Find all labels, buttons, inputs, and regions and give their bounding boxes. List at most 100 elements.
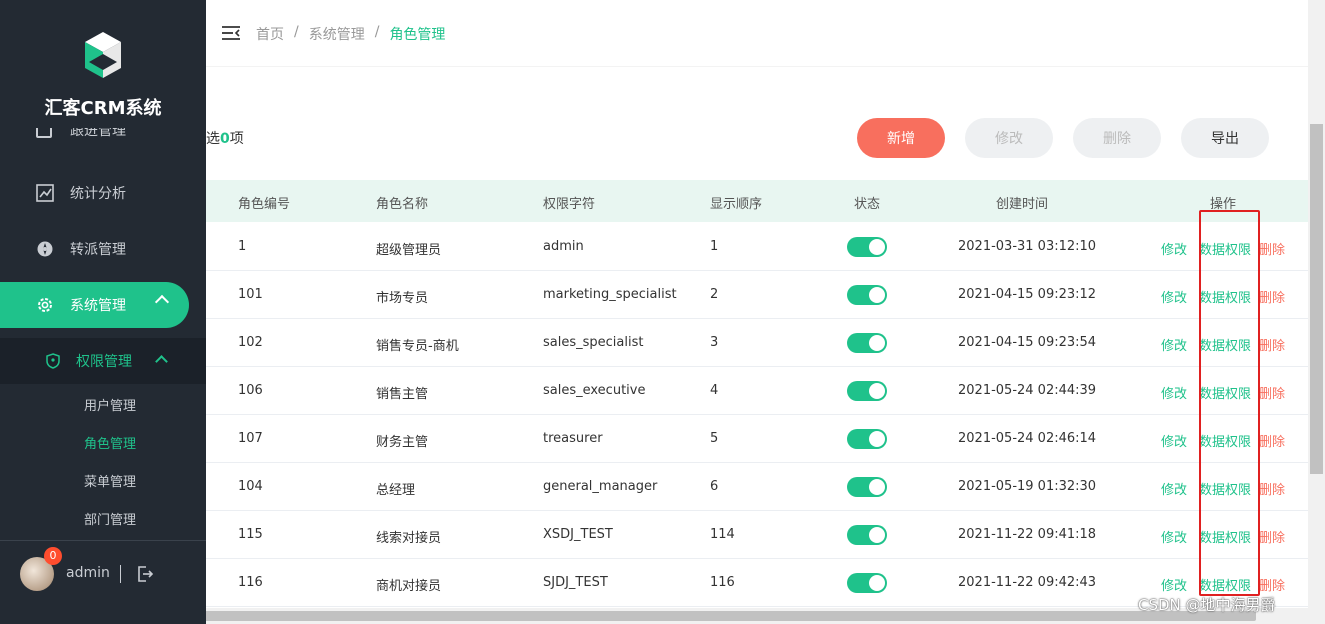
cell-order: 114: [710, 527, 735, 542]
vertical-scrollbar[interactable]: [1308, 0, 1325, 608]
status-toggle[interactable]: [847, 477, 887, 497]
divider: [120, 565, 121, 583]
row-delete-link[interactable]: 删除: [1259, 431, 1285, 450]
status-toggle[interactable]: [847, 525, 887, 545]
selection-suffix: 项: [229, 131, 244, 147]
sidebar: 跟进管理 汇客CRM系统 统计分析 转派管理 系统管理 权限管理 用户管理 角色…: [0, 0, 206, 624]
notification-badge: 0: [44, 547, 62, 565]
tags-bar: [206, 66, 1308, 96]
row-edit-link[interactable]: 修改: [1161, 383, 1187, 402]
selection-count: 选0项: [206, 128, 244, 148]
row-data-permission-link[interactable]: 数据权限: [1199, 383, 1251, 402]
column-header-name: 角色名称: [376, 197, 429, 212]
status-toggle[interactable]: [847, 237, 887, 257]
breadcrumb-system[interactable]: 系统管理: [309, 24, 365, 44]
sidebar-item-system[interactable]: 系统管理: [0, 282, 189, 328]
row-delete-link[interactable]: 删除: [1259, 383, 1285, 402]
shield-icon: [46, 353, 60, 369]
export-button[interactable]: 导出: [1181, 118, 1269, 158]
row-delete-link[interactable]: 删除: [1259, 287, 1285, 306]
breadcrumb-current: 角色管理: [389, 27, 446, 43]
sidebar-subitem-users[interactable]: 用户管理: [84, 395, 136, 414]
column-header-created: 创建时间: [996, 197, 1049, 212]
cell-name: 销售专员-商机: [376, 339, 459, 354]
sidebar-item-clipped[interactable]: 跟进管理: [36, 128, 186, 144]
row-edit-link[interactable]: 修改: [1161, 431, 1187, 450]
column-header-status: 状态: [854, 197, 881, 212]
cell-id: 115: [238, 527, 263, 542]
chevron-up-icon: [154, 294, 170, 310]
table-row: 106 销售主管 sales_executive 4 2021-05-24 02:44:…: [206, 367, 1308, 415]
cell-name: 销售主管: [376, 387, 429, 402]
cell-id: 101: [238, 287, 263, 302]
scrollbar-thumb[interactable]: [56, 611, 1256, 621]
cell-id: 106: [238, 383, 263, 398]
row-edit-link[interactable]: 修改: [1161, 479, 1187, 498]
sidebar-subitem-roles[interactable]: 角色管理: [84, 433, 136, 452]
logout-icon[interactable]: [136, 565, 154, 583]
row-delete-link[interactable]: 删除: [1259, 335, 1285, 354]
row-edit-link[interactable]: 修改: [1161, 575, 1187, 594]
cell-id: 1: [238, 239, 247, 254]
sidebar-item-label: 跟进管理: [70, 128, 126, 139]
edit-button[interactable]: 修改: [965, 118, 1053, 158]
column-header-order: 显示顺序: [710, 197, 763, 212]
row-data-permission-link[interactable]: 数据权限: [1199, 335, 1251, 354]
logo-icon: [85, 32, 121, 78]
cell-order: 4: [710, 383, 719, 398]
row-delete-link[interactable]: 删除: [1259, 527, 1285, 546]
row-data-permission-link[interactable]: 数据权限: [1199, 431, 1251, 450]
sidebar-submenu-permissions[interactable]: 权限管理: [0, 338, 206, 384]
row-edit-link[interactable]: 修改: [1161, 239, 1187, 258]
status-toggle[interactable]: [847, 429, 887, 449]
logo: 汇客CRM系统: [0, 0, 206, 128]
cell-order: 6: [710, 479, 719, 494]
add-button[interactable]: 新增: [857, 118, 945, 158]
cell-name: 市场专员: [376, 291, 429, 306]
cell-key: admin: [543, 239, 584, 254]
row-delete-link[interactable]: 删除: [1259, 239, 1285, 258]
row-data-permission-link[interactable]: 数据权限: [1199, 479, 1251, 498]
table-row: 115 线索对接员 XSDJ_TEST 114 2021-11-22 09:41:18 修…: [206, 511, 1308, 559]
table-row: 107 财务主管 treasurer 5 2021-05-24 02:46:14 修改 数据…: [206, 415, 1308, 463]
status-toggle[interactable]: [847, 285, 887, 305]
selection-number: 0: [220, 131, 230, 147]
cell-key: sales_specialist: [543, 335, 644, 350]
scrollbar-thumb[interactable]: [1310, 124, 1323, 474]
cell-order: 3: [710, 335, 719, 350]
cell-name: 财务主管: [376, 435, 429, 450]
cell-order: 2: [710, 287, 719, 302]
sidebar-item-statistics[interactable]: 统计分析: [0, 170, 206, 216]
sidebar-subitem-departments[interactable]: 部门管理: [84, 509, 136, 528]
row-edit-link[interactable]: 修改: [1161, 335, 1187, 354]
table-row: 1 超级管理员 admin 1 2021-03-31 03:12:10 修改 数据权限 删除: [206, 223, 1308, 271]
table-row: 101 市场专员 marketing_specialist 2 2021-04-15 0…: [206, 271, 1308, 319]
cell-id: 107: [238, 431, 263, 446]
delete-button[interactable]: 删除: [1073, 118, 1161, 158]
cell-key: XSDJ_TEST: [543, 527, 613, 542]
row-edit-link[interactable]: 修改: [1161, 527, 1187, 546]
row-data-permission-link[interactable]: 数据权限: [1199, 527, 1251, 546]
row-edit-link[interactable]: 修改: [1161, 287, 1187, 306]
sidebar-item-label: 统计分析: [70, 186, 126, 202]
toolbar: 选0项 新增 修改 删除 导出: [206, 96, 1308, 180]
status-toggle[interactable]: [847, 333, 887, 353]
row-delete-link[interactable]: 删除: [1259, 575, 1285, 594]
breadcrumb-home[interactable]: 首页: [256, 24, 284, 44]
followup-icon: [36, 128, 52, 138]
cell-created: 2021-11-22 09:41:18: [958, 527, 1097, 542]
row-data-permission-link[interactable]: 数据权限: [1199, 287, 1251, 306]
row-data-permission-link[interactable]: 数据权限: [1199, 575, 1251, 594]
user-name[interactable]: admin: [66, 565, 110, 581]
status-toggle[interactable]: [847, 381, 887, 401]
menu-toggle-icon[interactable]: [222, 25, 240, 41]
cell-created: 2021-03-31 03:12:10: [958, 239, 1097, 254]
cell-created: 2021-05-24 02:46:14: [958, 431, 1097, 446]
status-toggle[interactable]: [847, 573, 887, 593]
cell-key: treasurer: [543, 431, 603, 446]
row-data-permission-link[interactable]: 数据权限: [1199, 239, 1251, 258]
sidebar-subitem-menus[interactable]: 菜单管理: [84, 471, 136, 490]
row-delete-link[interactable]: 删除: [1259, 479, 1285, 498]
cell-created: 2021-11-22 09:42:43: [958, 575, 1097, 590]
sidebar-item-transfer[interactable]: 转派管理: [0, 226, 206, 272]
